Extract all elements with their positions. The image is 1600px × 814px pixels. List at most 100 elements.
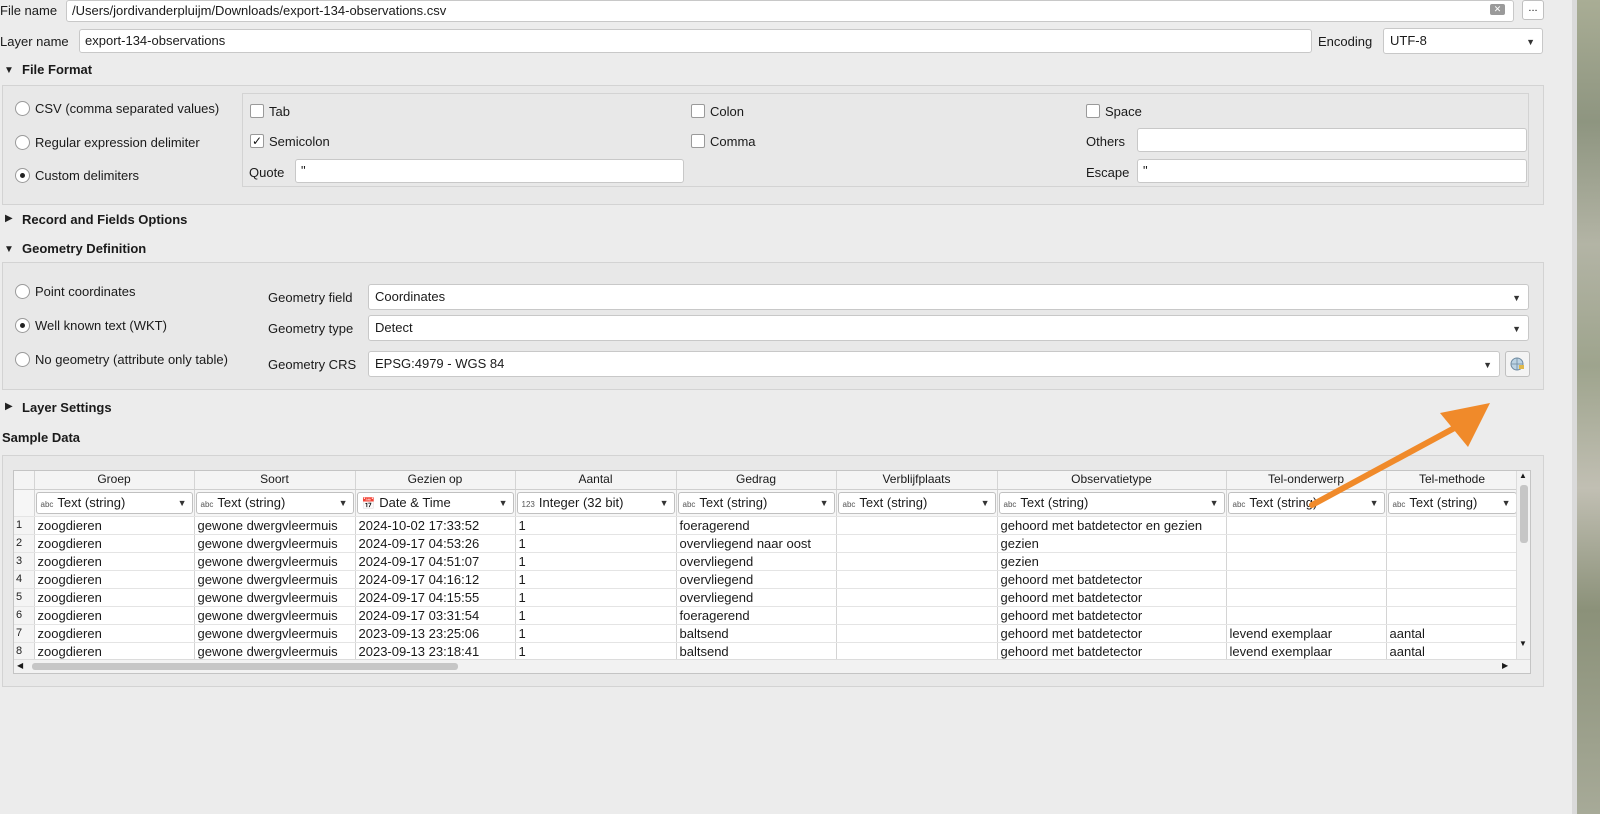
column-header[interactable]: Soort: [194, 471, 356, 490]
collapse-arrow-icon[interactable]: ▼: [4, 65, 14, 76]
scroll-left-icon[interactable]: ◀: [17, 661, 23, 670]
table-row[interactable]: 4 zoogdieren gewone dwergvleermuis 2024-09-…: [14, 570, 1519, 589]
radio-point-coordinates[interactable]: [15, 284, 30, 299]
row-number: 2: [14, 534, 35, 553]
expand-arrow-icon[interactable]: ▶: [5, 213, 13, 224]
radio-regex[interactable]: [15, 135, 30, 150]
collapse-arrow-icon[interactable]: ▼: [4, 244, 14, 255]
radio-csv-label[interactable]: CSV (comma separated values): [35, 101, 219, 116]
field-type-select[interactable]: 📅 Date & Time ▼: [356, 491, 514, 514]
radio-custom-delimiters[interactable]: [15, 168, 30, 183]
others-label: Others: [1086, 134, 1126, 149]
radio-no-geometry-label[interactable]: No geometry (attribute only table): [35, 352, 228, 367]
column-header[interactable]: Observatietype: [997, 471, 1227, 490]
column-header[interactable]: Groep: [34, 471, 195, 490]
checkmark-icon: ✓: [251, 134, 263, 148]
chevron-down-icon: ▼: [1512, 324, 1521, 334]
layer-name-input[interactable]: export-134-observations: [79, 29, 1312, 53]
field-type-select[interactable]: abc Text (string) ▼: [195, 491, 354, 514]
crs-selector-button[interactable]: [1505, 351, 1530, 377]
encoding-select[interactable]: UTF-8 ▼: [1383, 28, 1543, 54]
clear-icon[interactable]: ✕: [1490, 4, 1505, 15]
vertical-scrollbar[interactable]: ▲ ▼: [1516, 471, 1530, 667]
semicolon-label: Semicolon: [269, 134, 330, 149]
column-header[interactable]: Verblijfplaats: [836, 471, 998, 490]
chevron-down-icon: ▼: [980, 497, 990, 508]
geometry-header[interactable]: Geometry Definition: [22, 241, 146, 256]
geometry-field-select[interactable]: Coordinates ▼: [368, 284, 1529, 310]
geometry-crs-value: EPSG:4979 - WGS 84: [375, 356, 505, 371]
field-type-cell: abc Text (string) ▼: [676, 489, 837, 517]
table-row[interactable]: 1 zoogdieren gewone dwergvleermuis 2024-10-…: [14, 516, 1519, 535]
layer-settings-header[interactable]: Layer Settings: [22, 400, 112, 415]
radio-wkt-label[interactable]: Well known text (WKT): [35, 318, 167, 333]
radio-regex-label[interactable]: Regular expression delimiter: [35, 135, 200, 150]
row-number: 6: [14, 606, 35, 625]
expand-arrow-icon[interactable]: ▶: [5, 401, 13, 412]
table-cell: foeragerend: [676, 516, 837, 535]
table-row[interactable]: 3 zoogdieren gewone dwergvleermuis 2024-09-…: [14, 552, 1519, 571]
field-type-icon: abc: [40, 499, 54, 509]
radio-point-label[interactable]: Point coordinates: [35, 284, 135, 299]
colon-checkbox[interactable]: [691, 104, 705, 118]
layer-name-label: Layer name: [0, 34, 69, 49]
geometry-type-select[interactable]: Detect ▼: [368, 315, 1529, 341]
geometry-crs-select[interactable]: EPSG:4979 - WGS 84 ▼: [368, 351, 1500, 377]
table-cell: 1: [515, 606, 677, 625]
field-type-select[interactable]: 123 Integer (32 bit) ▼: [516, 491, 675, 514]
table-row[interactable]: 5 zoogdieren gewone dwergvleermuis 2024-09-…: [14, 588, 1519, 607]
escape-label: Escape: [1086, 165, 1130, 180]
semicolon-checkbox[interactable]: ✓: [250, 134, 264, 148]
tab-checkbox[interactable]: [250, 104, 264, 118]
comma-checkbox[interactable]: [691, 134, 705, 148]
escape-input[interactable]: ": [1137, 159, 1527, 183]
scroll-up-icon[interactable]: ▲: [1519, 471, 1527, 480]
table-cell: 1: [515, 516, 677, 535]
browse-button[interactable]: ...: [1522, 0, 1544, 20]
column-header[interactable]: Aantal: [515, 471, 677, 490]
chevron-down-icon: ▼: [819, 497, 829, 508]
field-type-select[interactable]: abc Text (string) ▼: [35, 491, 193, 514]
table-cell: gehoord met batdetector: [997, 570, 1227, 589]
column-header[interactable]: Gezien op: [355, 471, 516, 490]
others-input[interactable]: [1137, 128, 1527, 152]
horizontal-scroll-thumb[interactable]: [32, 663, 458, 670]
geometry-type-value: Detect: [375, 320, 413, 335]
radio-custom-label[interactable]: Custom delimiters: [35, 168, 139, 183]
column-header[interactable]: Gedrag: [676, 471, 837, 490]
radio-wkt[interactable]: [15, 318, 30, 333]
table-cell: 1: [515, 642, 677, 661]
file-format-header[interactable]: File Format: [22, 62, 92, 77]
chevron-down-icon: ▼: [177, 497, 187, 508]
table-row[interactable]: 7 zoogdieren gewone dwergvleermuis 2023-09-…: [14, 624, 1519, 643]
table-cell: 1: [515, 570, 677, 589]
globe-icon: [1510, 357, 1524, 371]
space-checkbox[interactable]: [1086, 104, 1100, 118]
horizontal-scrollbar[interactable]: ◀ ▶: [14, 659, 1530, 673]
geometry-crs-label: Geometry CRS: [268, 357, 357, 372]
table-row[interactable]: 6 zoogdieren gewone dwergvleermuis 2024-09-…: [14, 606, 1519, 625]
map-canvas[interactable]: [1572, 0, 1600, 814]
vertical-scroll-thumb[interactable]: [1520, 485, 1528, 543]
field-type-icon: abc: [1003, 499, 1017, 509]
file-name-input[interactable]: /Users/jordivanderpluijm/Downloads/expor…: [66, 0, 1514, 22]
field-type-icon: abc: [200, 499, 214, 509]
quote-label: Quote: [249, 165, 285, 180]
quote-input[interactable]: ": [295, 159, 684, 183]
table-row[interactable]: 2 zoogdieren gewone dwergvleermuis 2024-09-…: [14, 534, 1519, 553]
field-type-select[interactable]: abc Text (string) ▼: [998, 491, 1225, 514]
radio-no-geometry[interactable]: [15, 352, 30, 367]
table-cell: gewone dwergvleermuis: [194, 606, 356, 625]
table-row[interactable]: 8 zoogdieren gewone dwergvleermuis 2023-09-…: [14, 642, 1519, 661]
chevron-down-icon: ▼: [659, 497, 669, 508]
scroll-down-icon[interactable]: ▼: [1519, 639, 1527, 648]
field-type-icon: 123: [521, 499, 535, 509]
field-type-select[interactable]: abc Text (string) ▼: [677, 491, 835, 514]
table-cell: gewone dwergvleermuis: [194, 588, 356, 607]
chevron-down-icon: ▼: [498, 497, 508, 508]
radio-csv[interactable]: [15, 101, 30, 116]
field-type-select[interactable]: abc Text (string) ▼: [837, 491, 996, 514]
table-cell: zoogdieren: [34, 516, 195, 535]
scroll-right-icon[interactable]: ▶: [1502, 661, 1508, 670]
record-fields-header[interactable]: Record and Fields Options: [22, 212, 187, 227]
